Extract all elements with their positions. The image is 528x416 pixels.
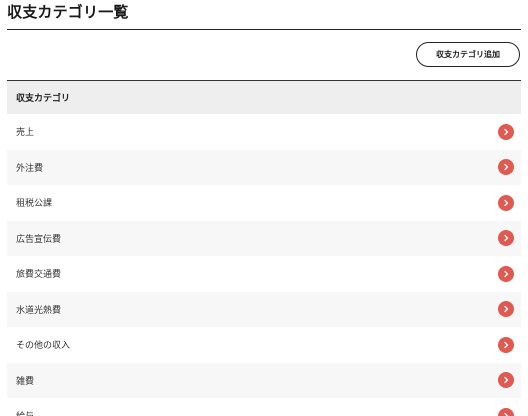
category-label: 外注費 <box>16 163 44 174</box>
list-item[interactable]: 売上 <box>7 114 521 150</box>
list-item[interactable]: その他の収入 <box>7 327 521 363</box>
category-label: 売上 <box>16 128 35 139</box>
chevron-right-icon[interactable] <box>498 230 514 247</box>
chevron-right-icon[interactable] <box>498 159 514 176</box>
list-item[interactable]: 旅費交通費 <box>7 256 521 292</box>
category-label: 租税公課 <box>16 199 53 210</box>
add-category-button[interactable]: 収支カテゴリ追加 <box>416 42 520 67</box>
category-rows: 売上外注費租税公課広告宣伝費旅費交通費水道光熱費その他の収入雑費給与 <box>7 114 521 416</box>
category-list-page: 収支カテゴリ一覧 収支カテゴリ追加 収支カテゴリ 売上外注費租税公課広告宣伝費旅… <box>0 0 528 416</box>
category-label: 水道光熱費 <box>16 305 62 316</box>
chevron-right-icon[interactable] <box>498 265 514 282</box>
chevron-right-icon[interactable] <box>498 194 514 211</box>
category-table: 収支カテゴリ 売上外注費租税公課広告宣伝費旅費交通費水道光熱費その他の収入雑費給… <box>7 80 521 416</box>
chevron-right-icon[interactable] <box>498 301 514 318</box>
list-item[interactable]: 給与 <box>7 398 521 416</box>
category-label: 雑費 <box>16 376 35 387</box>
list-item[interactable]: 広告宣伝費 <box>7 220 521 256</box>
category-label: その他の収入 <box>16 341 71 352</box>
category-label: 旅費交通費 <box>16 270 62 281</box>
table-header: 収支カテゴリ <box>7 81 521 114</box>
list-item[interactable]: 水道光熱費 <box>7 291 521 327</box>
list-item[interactable]: 雑費 <box>7 362 521 398</box>
category-label: 広告宣伝費 <box>16 234 62 245</box>
chevron-right-icon[interactable] <box>498 336 514 353</box>
chevron-right-icon[interactable] <box>498 372 514 389</box>
page-title: 収支カテゴリ一覧 <box>7 3 129 21</box>
list-item[interactable]: 外注費 <box>7 149 521 185</box>
column-header-category: 収支カテゴリ <box>16 94 71 104</box>
chevron-right-icon[interactable] <box>498 407 514 416</box>
list-item[interactable]: 租税公課 <box>7 185 521 221</box>
chevron-right-icon[interactable] <box>498 123 514 140</box>
title-divider <box>7 29 521 30</box>
category-label: 給与 <box>16 409 34 416</box>
